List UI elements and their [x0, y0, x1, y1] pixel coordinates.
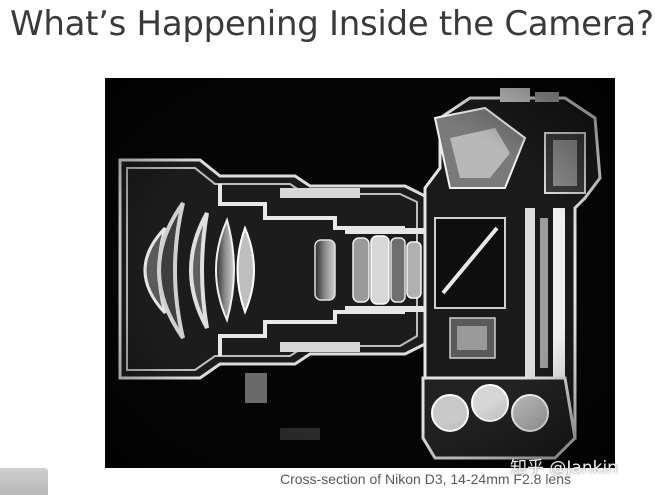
corner-thumbnail	[0, 468, 48, 495]
slide-title: What’s Happening Inside the Camera?	[10, 4, 654, 44]
camera-cross-section-photo	[105, 78, 615, 468]
watermark: 知乎 @Jankin	[510, 458, 618, 478]
